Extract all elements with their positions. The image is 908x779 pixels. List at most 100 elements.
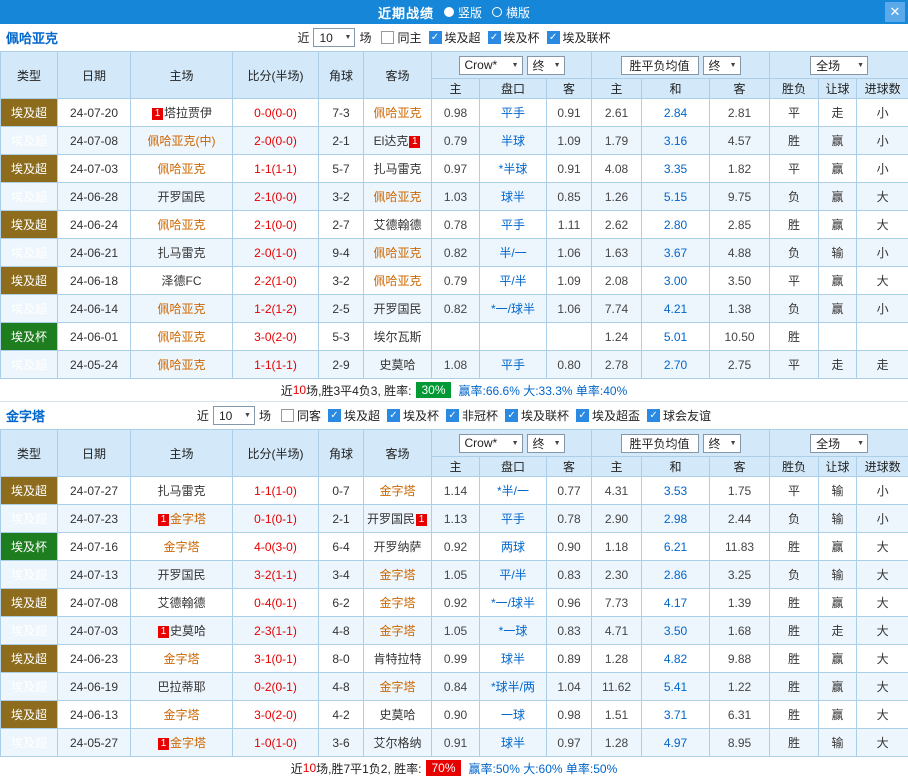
team-name[interactable]: 艾尔格纳 [373,736,421,750]
away-team-cell: 金字塔 [364,561,432,589]
team-name[interactable]: 肯特拉特 [373,652,421,666]
team-name[interactable]: 史莫哈 [379,358,415,372]
matches-table: 类型 日期 主场 比分(半场) 角球 客场 Crow* ▼ 终 ▼ [0,51,908,379]
avg-draw-cell: 3.71 [642,701,710,729]
team-name[interactable]: 金字塔 [379,624,415,638]
team-name[interactable]: 金字塔 [163,540,199,554]
team-name[interactable]: 金字塔 [170,736,206,750]
recent-count-select[interactable]: 10 ▼ [213,406,255,425]
league-filter-checkbox[interactable]: ✓埃及联杯 [505,407,569,424]
league-filter-checkbox[interactable]: ✓非冠杯 [446,407,498,424]
team-name[interactable]: 佩哈亚克 [157,330,205,344]
team-name[interactable]: 埃尔瓦斯 [373,330,421,344]
away-odds-cell [547,323,592,351]
team-name[interactable]: 艾德翰德 [157,596,205,610]
close-button[interactable]: ✕ [885,2,905,22]
away-team-cell: 扎马雷克 [364,155,432,183]
team-name[interactable]: El达克 [374,134,409,148]
layout-radio-horizontal[interactable]: 横版 [492,4,530,21]
home-team-cell: 佩哈亚克 [131,155,233,183]
away-team-cell: 开罗国民 [364,295,432,323]
handicap-line-cell: *半球 [480,155,547,183]
team-name[interactable]: 金字塔 [379,680,415,694]
team-name[interactable]: 扎马雷克 [157,484,205,498]
checkbox-icon [281,409,294,422]
same-venue-checkbox[interactable]: 同主 [381,29,421,46]
away-team-cell: 艾尔格纳 [364,729,432,757]
team-name[interactable]: 佩哈亚克(中) [148,134,216,148]
home-team-cell: 开罗国民 [131,183,233,211]
team-name[interactable]: 塔拉贾伊 [164,106,212,120]
red-card-badge: 1 [158,626,169,638]
team-name[interactable]: 佩哈亚克 [373,246,421,260]
handicap-result-cell: 赢 [819,701,857,729]
bookmaker-select[interactable]: Crow* ▼ [459,434,523,453]
team-name[interactable]: 佩哈亚克 [373,190,421,204]
team-name[interactable]: 金字塔 [379,484,415,498]
team-name[interactable]: 开罗纳萨 [373,540,421,554]
same-venue-checkbox[interactable]: 同客 [281,407,321,424]
result-cell: 负 [770,183,819,211]
home-odds-cell: 0.98 [432,99,480,127]
avg-away-cell: 11.83 [710,533,770,561]
team-name[interactable]: 金字塔 [170,512,206,526]
avg-away-cell: 2.75 [710,351,770,379]
team-name[interactable]: 金字塔 [163,652,199,666]
league-filter-checkbox[interactable]: ✓球会友谊 [647,407,711,424]
radio-icon [444,7,454,17]
team-name[interactable]: 巴拉蒂耶 [157,680,205,694]
team-name[interactable]: 扎马雷克 [373,162,421,176]
team-name[interactable]: 佩哈亚克 [157,302,205,316]
team-name[interactable]: 史莫哈 [170,624,206,638]
league-filter-checkbox[interactable]: ✓埃及杯 [488,29,540,46]
result-cell: 负 [770,295,819,323]
team-name[interactable]: 开罗国民 [367,512,415,526]
checkbox-label: 球会友谊 [663,407,711,424]
odds-stage-select[interactable]: 终 ▼ [527,56,565,75]
team-name[interactable]: 艾德翰德 [373,218,421,232]
layout-radio-vertical[interactable]: 竖版 [444,4,482,21]
recent-count-select[interactable]: 10 ▼ [313,28,355,47]
league-filter-checkbox[interactable]: ✓埃及超盃 [576,407,640,424]
summary-count: 10 [293,383,306,397]
league-filter-checkbox[interactable]: ✓埃及超 [328,407,380,424]
sub-home-odds: 主 [432,79,480,99]
team-name[interactable]: 开罗国民 [157,190,205,204]
match-row: 埃及超24-07-031史莫哈2-3(1-1)4-8金字塔1.05*一球0.83… [1,617,908,645]
corner-cell: 8-0 [319,645,364,673]
avg-stage-select[interactable]: 终 ▼ [703,56,741,75]
team-name[interactable]: 金字塔 [163,708,199,722]
home-odds-cell: 0.99 [432,645,480,673]
goals-result-cell: 小 [857,295,908,323]
scope-value: 全场 [816,57,840,74]
team-name[interactable]: 史莫哈 [379,708,415,722]
team-name[interactable]: 开罗国民 [373,302,421,316]
handicap-result-cell: 走 [819,351,857,379]
league-filter-checkbox[interactable]: ✓埃及超 [429,29,481,46]
team-name[interactable]: 佩哈亚克 [373,274,421,288]
chevron-down-icon: ▼ [554,62,561,69]
home-odds-cell: 0.92 [432,589,480,617]
team-name[interactable]: 佩哈亚克 [373,106,421,120]
bookmaker-select[interactable]: Crow* ▼ [459,56,523,75]
league-filter-checkbox[interactable]: ✓埃及杯 [387,407,439,424]
team-name[interactable]: 佩哈亚克 [157,162,205,176]
checkbox-label: 埃及超 [445,29,481,46]
team-name[interactable]: 金字塔 [379,596,415,610]
scope-select[interactable]: 全场 ▼ [810,434,868,453]
odds-stage-select[interactable]: 终 ▼ [527,434,565,453]
team-name[interactable]: 扎马雷克 [157,246,205,260]
corner-cell: 5-3 [319,323,364,351]
scope-select[interactable]: 全场 ▼ [810,56,868,75]
corner-cell: 3-4 [319,561,364,589]
team-name[interactable]: 金字塔 [379,568,415,582]
avg-stage-select[interactable]: 终 ▼ [703,434,741,453]
handicap-result-cell: 赢 [819,127,857,155]
team-name[interactable]: 泽德FC [162,274,202,288]
avg-draw-cell: 4.97 [642,729,710,757]
match-row: 埃及超24-06-19巴拉蒂耶0-2(0-1)4-8金字塔0.84*球半/两1.… [1,673,908,701]
team-name[interactable]: 佩哈亚克 [157,358,205,372]
team-name[interactable]: 开罗国民 [157,568,205,582]
league-filter-checkbox[interactable]: ✓埃及联杯 [547,29,611,46]
team-name[interactable]: 佩哈亚克 [157,218,205,232]
